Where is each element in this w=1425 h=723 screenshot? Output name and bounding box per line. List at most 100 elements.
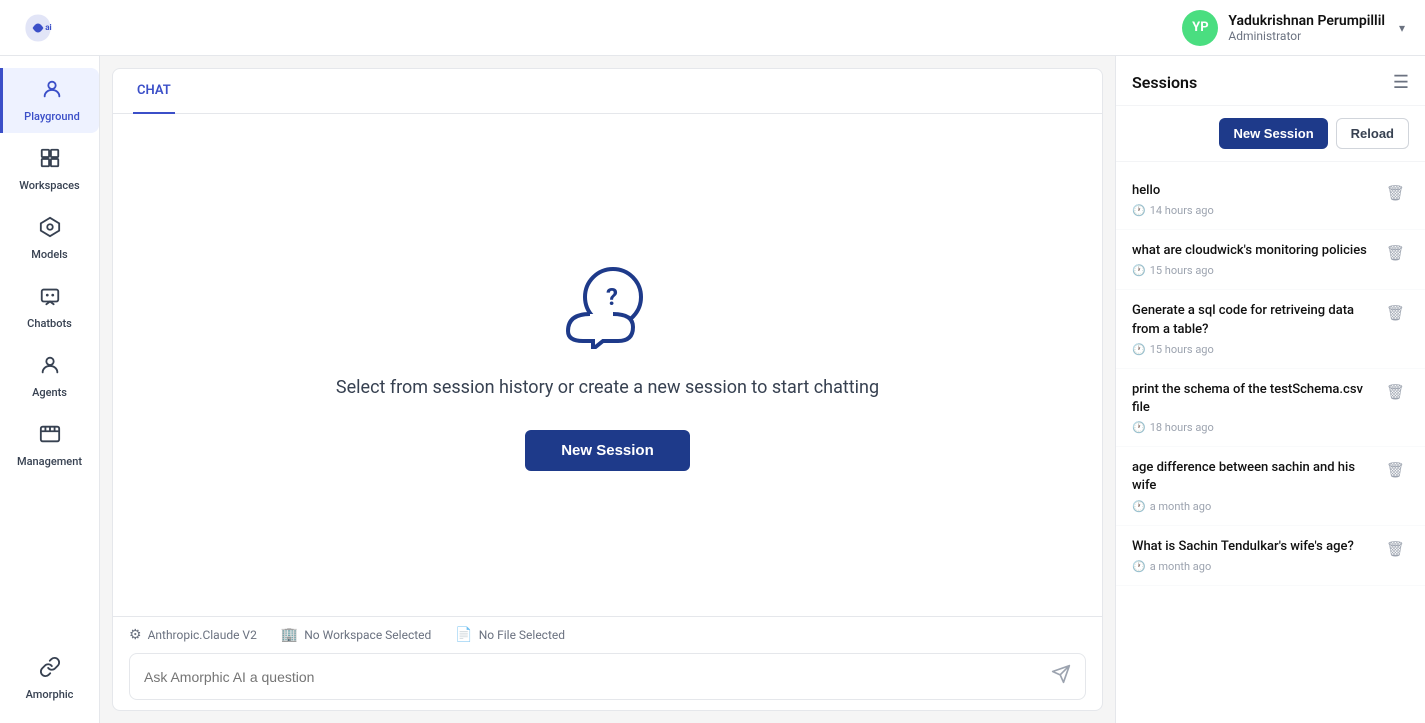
sessions-header: Sessions ☰ xyxy=(1116,56,1425,106)
session-content: What is Sachin Tendulkar's wife's age? 🕐… xyxy=(1132,538,1382,573)
chat-empty-message: Select from session history or create a … xyxy=(336,377,879,398)
session-delete-button[interactable]: 🗑 xyxy=(1382,459,1409,481)
session-time-text: 18 hours ago xyxy=(1150,421,1214,434)
chatbots-icon xyxy=(39,285,61,313)
session-time: 🕐 a month ago xyxy=(1132,500,1382,513)
list-item[interactable]: what are cloudwick's monitoring policies… xyxy=(1116,230,1425,290)
sessions-actions: New Session Reload xyxy=(1116,106,1425,162)
session-delete-button[interactable]: 🗑 xyxy=(1382,182,1409,204)
session-delete-button[interactable]: 🗑 xyxy=(1382,381,1409,403)
session-content: hello 🕐 14 hours ago xyxy=(1132,182,1382,217)
session-time-text: 15 hours ago xyxy=(1150,343,1214,356)
sessions-menu-icon[interactable]: ☰ xyxy=(1393,72,1409,93)
session-content: what are cloudwick's monitoring policies… xyxy=(1132,242,1382,277)
session-delete-button[interactable]: 🗑 xyxy=(1382,538,1409,560)
chat-tabs: CHAT xyxy=(113,69,1102,114)
list-item[interactable]: age difference between sachin and his wi… xyxy=(1116,447,1425,525)
chat-model-info: ⚙ Anthropic.Claude V2 🏢 No Workspace Sel… xyxy=(129,627,1086,643)
user-menu[interactable]: YP Yadukrishnan Perumpillil Administrato… xyxy=(1182,10,1405,46)
link-icon xyxy=(39,656,61,684)
avatar: YP xyxy=(1182,10,1218,46)
sidebar-item-workspaces[interactable]: Workspaces xyxy=(10,137,90,202)
sidebar-item-chatbots[interactable]: Chatbots xyxy=(10,275,90,340)
list-item[interactable]: hello 🕐 14 hours ago 🗑 xyxy=(1116,170,1425,230)
management-icon xyxy=(39,423,61,451)
playground-icon xyxy=(41,78,63,106)
models-icon xyxy=(39,216,61,244)
user-name: Yadukrishnan Perumpillil xyxy=(1228,13,1385,29)
chat-empty-icon: ? xyxy=(558,259,658,353)
sidebar-item-agents[interactable]: Agents xyxy=(10,344,90,409)
new-session-button-panel[interactable]: New Session xyxy=(1219,118,1327,149)
session-content: age difference between sachin and his wi… xyxy=(1132,459,1382,512)
session-title: print the schema of the testSchema.csv f… xyxy=(1132,381,1382,417)
sidebar-label-management: Management xyxy=(17,455,82,468)
session-content: print the schema of the testSchema.csv f… xyxy=(1132,381,1382,434)
model-chip[interactable]: ⚙ Anthropic.Claude V2 xyxy=(129,627,257,643)
sidebar-label-workspaces: Workspaces xyxy=(19,179,79,192)
clock-icon: 🕐 xyxy=(1132,500,1146,513)
clock-icon: 🕐 xyxy=(1132,204,1146,217)
session-time: 🕐 15 hours ago xyxy=(1132,343,1382,356)
file-label: No File Selected xyxy=(479,628,565,642)
reload-button[interactable]: Reload xyxy=(1336,118,1409,149)
logo: ai xyxy=(20,10,56,46)
file-icon: 📄 xyxy=(455,627,472,643)
session-time-text: 15 hours ago xyxy=(1150,264,1214,277)
session-delete-button[interactable]: 🗑 xyxy=(1382,242,1409,264)
session-title: age difference between sachin and his wi… xyxy=(1132,459,1382,495)
app-header: ai YP Yadukrishnan Perumpillil Administr… xyxy=(0,0,1425,56)
content-area: CHAT ? Select from session history or cr… xyxy=(100,56,1425,723)
session-title: hello xyxy=(1132,182,1382,200)
clock-icon: 🕐 xyxy=(1132,560,1146,573)
session-time-text: a month ago xyxy=(1150,560,1212,573)
chat-panel: CHAT ? Select from session history or cr… xyxy=(112,68,1103,711)
sidebar-item-management[interactable]: Management xyxy=(10,413,90,478)
svg-text:ai: ai xyxy=(45,21,51,31)
sidebar-item-models[interactable]: Models xyxy=(10,206,90,271)
sidebar: Playground Workspaces Models Chatbots Ag xyxy=(0,56,100,723)
file-chip[interactable]: 📄 No File Selected xyxy=(455,627,565,643)
chat-input-row xyxy=(129,653,1086,700)
sessions-list: hello 🕐 14 hours ago 🗑 what are cloudwic… xyxy=(1116,162,1425,723)
sidebar-label-chatbots: Chatbots xyxy=(27,317,72,330)
session-time: 🕐 18 hours ago xyxy=(1132,421,1382,434)
session-time: 🕐 a month ago xyxy=(1132,560,1382,573)
workspaces-icon xyxy=(39,147,61,175)
sidebar-item-playground[interactable]: Playground xyxy=(0,68,99,133)
chat-bottom-bar: ⚙ Anthropic.Claude V2 🏢 No Workspace Sel… xyxy=(113,616,1102,710)
session-time: 🕐 15 hours ago xyxy=(1132,264,1382,277)
sidebar-label-link: Amorphic xyxy=(26,688,74,701)
logo-icon: ai xyxy=(20,10,56,46)
clock-icon: 🕐 xyxy=(1132,421,1146,434)
send-button[interactable] xyxy=(1051,664,1071,689)
sidebar-label-playground: Playground xyxy=(24,110,80,123)
workspace-label: No Workspace Selected xyxy=(304,628,431,642)
sidebar-bottom: Amorphic xyxy=(10,646,90,723)
tab-chat[interactable]: CHAT xyxy=(133,69,175,114)
list-item[interactable]: print the schema of the testSchema.csv f… xyxy=(1116,369,1425,447)
main-layout: Playground Workspaces Models Chatbots Ag xyxy=(0,56,1425,723)
session-title: Generate a sql code for retriveing data … xyxy=(1132,302,1382,338)
clock-icon: 🕐 xyxy=(1132,343,1146,356)
clock-icon: 🕐 xyxy=(1132,264,1146,277)
session-content: Generate a sql code for retriveing data … xyxy=(1132,302,1382,355)
sessions-panel: Sessions ☰ New Session Reload hello 🕐 14… xyxy=(1115,56,1425,723)
chat-input[interactable] xyxy=(144,669,1051,685)
workspace-icon: 🏢 xyxy=(281,627,298,643)
session-time-text: 14 hours ago xyxy=(1150,204,1214,217)
session-delete-button[interactable]: 🗑 xyxy=(1382,302,1409,324)
user-role: Administrator xyxy=(1228,29,1385,43)
list-item[interactable]: What is Sachin Tendulkar's wife's age? 🕐… xyxy=(1116,526,1425,586)
list-item[interactable]: Generate a sql code for retriveing data … xyxy=(1116,290,1425,368)
chevron-down-icon: ▾ xyxy=(1399,21,1405,35)
new-session-button-main[interactable]: New Session xyxy=(525,430,690,471)
workspace-chip[interactable]: 🏢 No Workspace Selected xyxy=(281,627,431,643)
model-label: Anthropic.Claude V2 xyxy=(148,628,257,642)
sidebar-item-link[interactable]: Amorphic xyxy=(10,646,90,711)
agents-icon xyxy=(39,354,61,382)
session-title: what are cloudwick's monitoring policies xyxy=(1132,242,1382,260)
user-details: Yadukrishnan Perumpillil Administrator xyxy=(1228,13,1385,43)
session-time: 🕐 14 hours ago xyxy=(1132,204,1382,217)
sidebar-label-models: Models xyxy=(31,248,67,261)
